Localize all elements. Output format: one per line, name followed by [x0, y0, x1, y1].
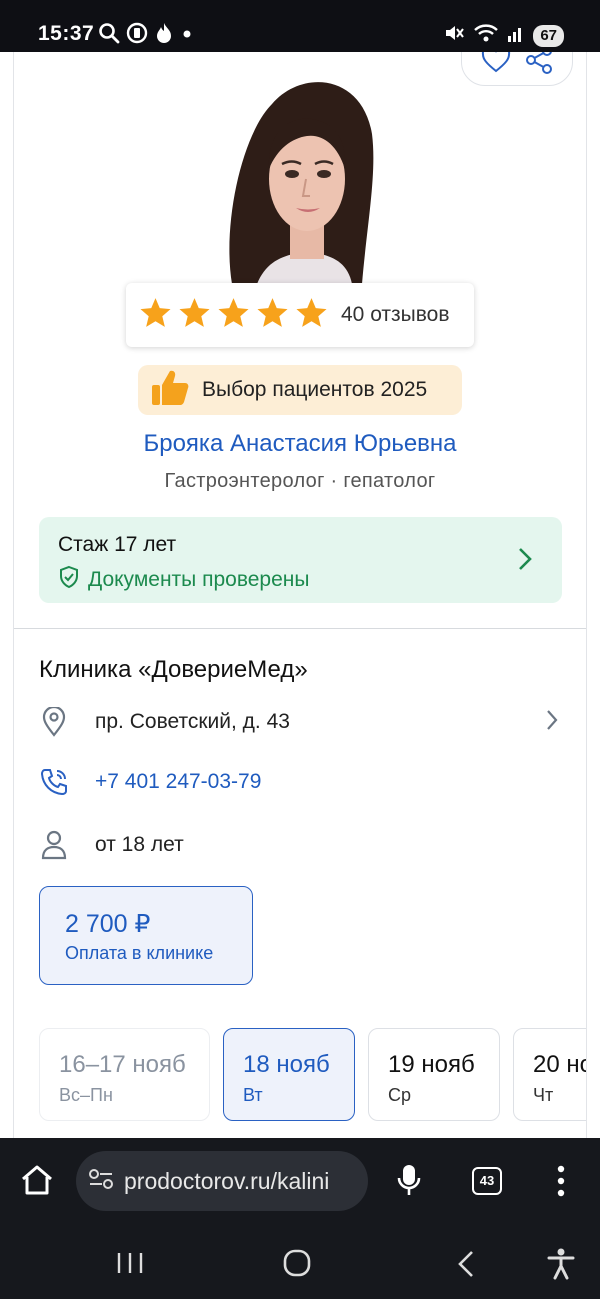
url-text: prodoctorov.ru/kalini — [124, 1167, 330, 1194]
browser-toolbar: prodoctorov.ru/kalini 43 — [0, 1138, 600, 1224]
system-navigation-bar — [0, 1224, 600, 1299]
weekday-label: Вт — [243, 1085, 263, 1105]
doctor-page: 40 отзывов Выбор пациентов 2025 Брояка А… — [0, 52, 600, 1138]
date-chip: 16–17 нояб Вс–Пн — [39, 1028, 210, 1121]
date-selector: 16–17 нояб Вс–Пн 18 нояб Вт 19 нояб Ср 2… — [0, 52, 586, 1138]
recording-icon — [126, 22, 148, 49]
search-icon — [98, 22, 120, 49]
battery-indicator: 67 — [533, 24, 564, 47]
date-label: 16–17 нояб — [59, 1051, 186, 1078]
tabs-count-button[interactable]: 43 — [472, 1167, 502, 1195]
card-border — [586, 52, 587, 1138]
weekday-label: Вс–Пн — [59, 1085, 113, 1105]
weekday-label: Чт — [533, 1085, 554, 1105]
home-icon[interactable] — [20, 1164, 54, 1201]
mute-icon — [443, 22, 465, 49]
fire-icon — [154, 22, 174, 49]
date-label: 18 нояб — [243, 1051, 330, 1078]
date-chip[interactable]: 19 нояб Ср — [368, 1028, 500, 1121]
status-time: 15:37 — [38, 22, 95, 45]
date-label: 20 нояб — [533, 1051, 586, 1078]
date-label: 19 нояб — [388, 1051, 475, 1078]
date-chip-selected[interactable]: 18 нояб Вт — [223, 1028, 355, 1121]
wifi-icon — [473, 22, 499, 49]
home-button-icon[interactable] — [282, 1249, 312, 1282]
address-bar[interactable]: prodoctorov.ru/kalini — [76, 1151, 368, 1211]
date-chip[interactable]: 20 нояб Чт — [513, 1028, 586, 1121]
back-icon[interactable] — [456, 1250, 476, 1283]
accessibility-icon[interactable] — [546, 1248, 576, 1285]
status-left-icons — [98, 22, 194, 49]
status-right-icons: 67 — [443, 22, 564, 49]
weekday-label: Ср — [388, 1085, 412, 1105]
status-bar: 15:37 67 — [0, 0, 600, 52]
more-options-icon[interactable] — [553, 1165, 569, 1202]
dot-icon — [180, 22, 194, 49]
site-settings-icon[interactable] — [88, 1167, 114, 1196]
microphone-icon[interactable] — [396, 1163, 422, 1202]
recent-apps-icon[interactable] — [116, 1251, 144, 1280]
signal-icon — [507, 22, 525, 49]
